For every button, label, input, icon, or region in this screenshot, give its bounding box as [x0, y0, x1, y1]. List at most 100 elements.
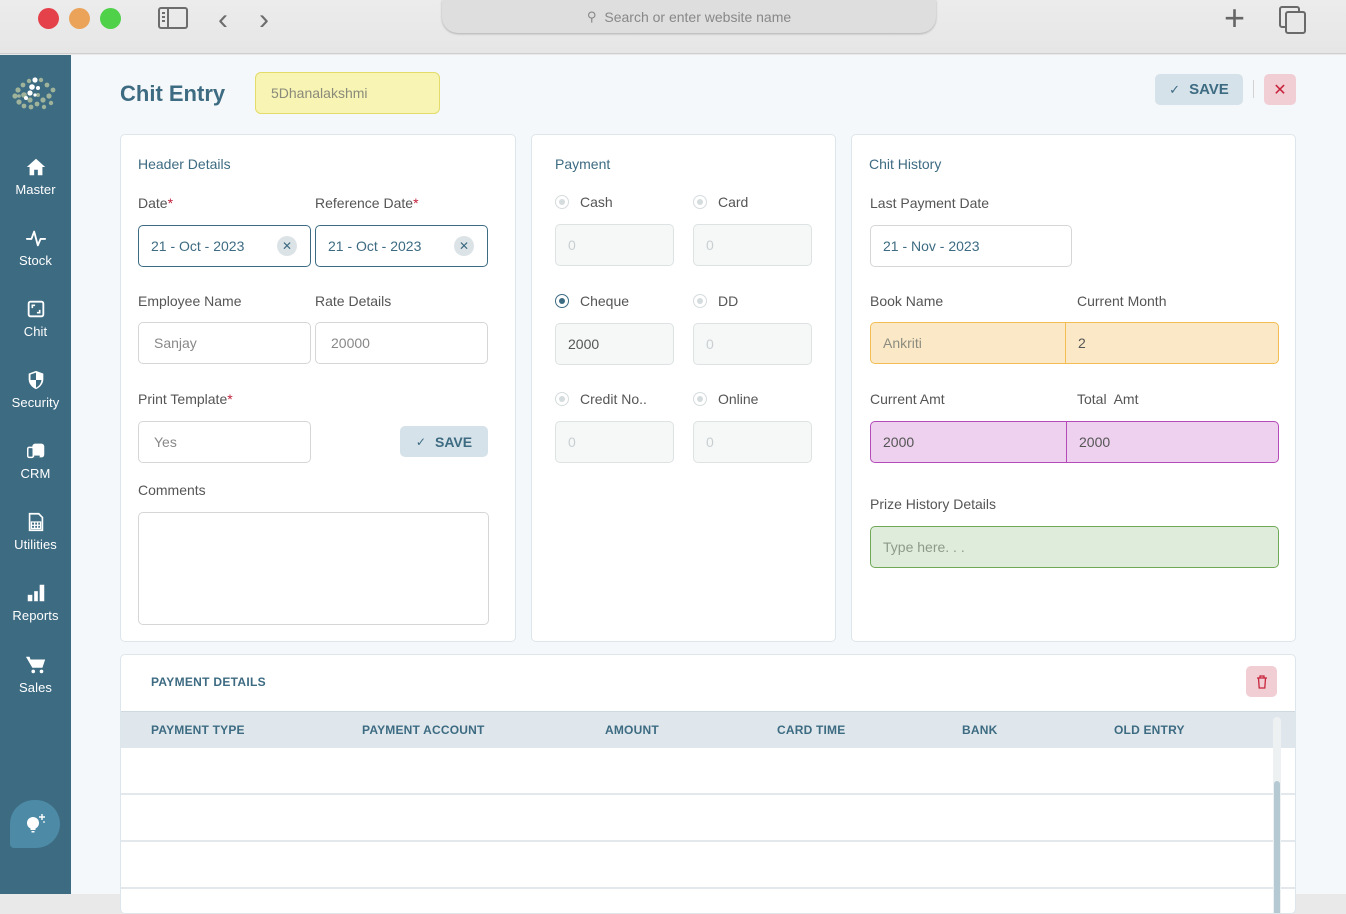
- sidebar-item-stock[interactable]: Stock: [0, 227, 71, 268]
- comments-label: Comments: [138, 482, 206, 498]
- current-amt-field[interactable]: 2000: [871, 422, 1067, 462]
- last-payment-date-field[interactable]: 21 - Nov - 2023: [870, 225, 1072, 267]
- payment-option-label: Online: [718, 391, 759, 407]
- main-content: Chit Entry 5Dhanalakshmi ✓ SAVE ✕ Header…: [71, 55, 1346, 914]
- sidebar-item-crm[interactable]: CRM: [0, 440, 71, 481]
- sidebar-item-chit[interactable]: Chit: [0, 298, 71, 339]
- maximize-window-button[interactable]: [100, 8, 121, 29]
- sidebar-item-label: Security: [11, 395, 60, 410]
- print-template-save-button[interactable]: ✓ SAVE: [400, 426, 488, 457]
- payment-option-label: Card: [718, 194, 749, 210]
- payment-option-card[interactable]: Card: [693, 194, 748, 210]
- date-field[interactable]: 21 - Oct - 2023 ✕: [138, 225, 311, 267]
- payment-option-label: Cash: [580, 194, 613, 210]
- save-label: SAVE: [434, 433, 473, 450]
- save-button[interactable]: ✓ SAVE: [1155, 74, 1243, 105]
- customer-name-field[interactable]: 5Dhanalakshmi: [255, 72, 440, 114]
- reference-date-label: Reference Date*: [315, 195, 419, 211]
- chit-history-title: Chit History: [869, 156, 942, 172]
- payment-card: Payment Cash 0 Card 0 Cheque 2000 DD 0 Credit No…: [531, 134, 836, 642]
- tabs-overview-icon[interactable]: [1279, 6, 1306, 34]
- sidebar-item-label: Sales: [18, 680, 53, 695]
- payment-amount-online[interactable]: 0: [693, 421, 812, 463]
- table-scrollbar-thumb[interactable]: [1274, 781, 1280, 913]
- reference-date-value: 21 - Oct - 2023: [328, 238, 422, 254]
- chit-history-card: Chit History Last Payment Date 21 - Nov …: [851, 134, 1296, 642]
- clear-reference-date-icon[interactable]: ✕: [454, 236, 474, 256]
- table-row[interactable]: [121, 795, 1295, 842]
- radio-button[interactable]: [555, 294, 569, 308]
- radio-button[interactable]: [693, 195, 707, 209]
- book-name-field[interactable]: Ankriti: [871, 323, 1066, 363]
- book-month-group: Ankriti 2: [870, 322, 1279, 364]
- cart-icon: [25, 656, 45, 674]
- home-icon: [26, 158, 45, 176]
- delete-button[interactable]: [1246, 666, 1277, 697]
- close-button[interactable]: ✕: [1264, 74, 1296, 105]
- minimize-window-button[interactable]: [69, 8, 90, 29]
- lightbulb-icon: [27, 814, 45, 833]
- payment-amount-cash[interactable]: 0: [555, 224, 674, 266]
- payment-option-label: DD: [718, 293, 739, 309]
- payment-option-cash[interactable]: Cash: [555, 194, 613, 210]
- sidebar-item-reports[interactable]: Reports: [0, 582, 71, 623]
- current-month-field[interactable]: 2: [1066, 323, 1278, 363]
- address-placeholder: Search or enter website name: [604, 8, 792, 25]
- tips-button[interactable]: [10, 800, 60, 848]
- print-template-input[interactable]: Yes: [138, 421, 311, 463]
- last-payment-date-label: Last Payment Date: [870, 195, 990, 211]
- sidebar-item-label: Chit: [23, 324, 48, 339]
- radio-button[interactable]: [555, 392, 569, 406]
- sidebar-item-utilities[interactable]: Utilities: [0, 511, 71, 552]
- column-header-payment-type[interactable]: PAYMENT TYPE: [151, 723, 245, 737]
- rate-details-input[interactable]: 20000: [315, 322, 488, 364]
- sidebar-toggle-icon[interactable]: [158, 7, 188, 29]
- app-sidebar: Master Stock Chit Security CRM Utilities…: [0, 55, 71, 894]
- search-icon: ⚲: [586, 8, 597, 24]
- header-details-title: Header Details: [138, 156, 231, 172]
- sidebar-item-sales[interactable]: Sales: [0, 654, 71, 695]
- payment-amount-dd[interactable]: 0: [693, 323, 812, 365]
- close-icon: ✕: [1273, 81, 1287, 99]
- column-header-old-entry[interactable]: OLD ENTRY: [1114, 723, 1185, 737]
- prize-history-input[interactable]: Type here. . .: [870, 526, 1279, 568]
- comments-textarea[interactable]: [138, 512, 489, 625]
- forward-arrow-icon[interactable]: ›: [259, 5, 269, 35]
- new-tab-plus-icon[interactable]: +: [1224, 0, 1245, 36]
- payment-amount-card[interactable]: 0: [693, 224, 812, 266]
- crm-icon: [26, 443, 44, 459]
- payment-option-online[interactable]: Online: [693, 391, 758, 407]
- payment-option-cheque[interactable]: Cheque: [555, 293, 629, 309]
- back-arrow-icon[interactable]: ‹: [218, 5, 228, 35]
- payment-details-card: PAYMENT DETAILS PAYMENT TYPE PAYMENT ACC…: [120, 654, 1296, 914]
- book-name-label: Book Name: [870, 293, 944, 309]
- date-value: 21 - Oct - 2023: [151, 238, 245, 254]
- total-amt-field[interactable]: 2000: [1067, 422, 1278, 462]
- payment-option-dd[interactable]: DD: [693, 293, 738, 309]
- payment-option-label: Credit No..: [580, 391, 647, 407]
- table-row[interactable]: [121, 748, 1295, 795]
- column-header-amount[interactable]: AMOUNT: [605, 723, 659, 737]
- employee-name-input[interactable]: Sanjay: [138, 322, 311, 364]
- column-header-card-time[interactable]: CARD TIME: [777, 723, 845, 737]
- reference-date-field[interactable]: 21 - Oct - 2023 ✕: [315, 225, 488, 267]
- total-amt-label: Total Amt: [1077, 391, 1139, 407]
- payment-option-credit-no[interactable]: Credit No..: [555, 391, 647, 407]
- column-header-bank[interactable]: BANK: [962, 723, 997, 737]
- sidebar-item-security[interactable]: Security: [0, 369, 71, 410]
- payment-amount-cheque[interactable]: 2000: [555, 323, 674, 365]
- radio-button[interactable]: [693, 294, 707, 308]
- clear-date-icon[interactable]: ✕: [277, 236, 297, 256]
- payment-amount-credit-no[interactable]: 0: [555, 421, 674, 463]
- current-month-label: Current Month: [1077, 293, 1167, 309]
- spreadsheet-icon: [28, 512, 43, 532]
- radio-button[interactable]: [555, 195, 569, 209]
- address-bar[interactable]: ⚲ Search or enter website name: [442, 0, 936, 33]
- check-icon: ✓: [1169, 81, 1181, 97]
- sidebar-item-master[interactable]: Master: [0, 156, 71, 197]
- radio-button[interactable]: [693, 392, 707, 406]
- table-row[interactable]: [121, 842, 1295, 889]
- sidebar-item-label: CRM: [20, 466, 51, 481]
- close-window-button[interactable]: [38, 8, 59, 29]
- column-header-payment-account[interactable]: PAYMENT ACCOUNT: [362, 723, 485, 737]
